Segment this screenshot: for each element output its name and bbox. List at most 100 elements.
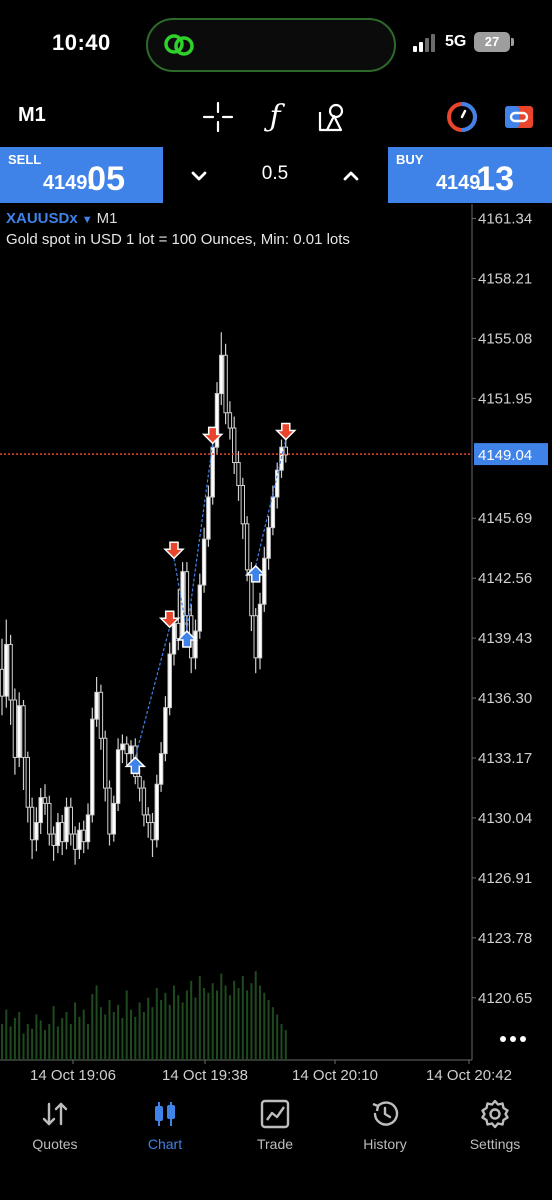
volume-bar — [18, 1012, 21, 1060]
candle-body — [232, 427, 237, 464]
price-tick-label: 4120.65 — [478, 990, 532, 1007]
candle-body — [128, 745, 134, 755]
chart-icon — [155, 1102, 175, 1126]
account-icon[interactable] — [502, 100, 536, 134]
nav-chart[interactable]: Chart — [110, 1098, 220, 1152]
volume-bar — [91, 994, 94, 1060]
candle-body — [236, 462, 241, 487]
candle-body — [111, 802, 116, 835]
candle-body — [163, 707, 168, 755]
volume-bar — [155, 988, 158, 1060]
volume-bar — [216, 990, 218, 1060]
volume-bar — [194, 997, 197, 1060]
nav-history[interactable]: History — [330, 1098, 440, 1152]
symbol-name[interactable]: XAUUSDx — [6, 210, 78, 227]
volume-bar — [284, 1030, 287, 1060]
volume-bar — [160, 1000, 163, 1060]
volume-bar — [250, 983, 253, 1060]
nav-trade[interactable]: Trade — [220, 1098, 330, 1152]
volume-bar — [181, 1002, 184, 1060]
candle-body — [85, 814, 91, 843]
volume-bar — [22, 1033, 25, 1060]
volume-bar — [203, 988, 206, 1060]
crosshair-icon[interactable] — [201, 100, 235, 134]
volume-bar — [44, 1030, 46, 1060]
volume-bar — [125, 990, 128, 1060]
time-tick-label: 14 Oct 20:10 — [292, 1067, 378, 1084]
timeframe-button[interactable]: M1 — [18, 104, 46, 127]
sell-arrow-icon — [163, 541, 185, 560]
candle-body — [270, 496, 276, 529]
profile-icon[interactable] — [445, 100, 479, 134]
chevron-up-icon[interactable] — [336, 161, 366, 191]
price-tick-label: 4130.04 — [478, 810, 532, 827]
candle-body — [38, 797, 43, 824]
chart-canvas[interactable]: 4161.34 4158.21 4155.08 4151.95 4145.69 4142.… — [0, 204, 552, 1090]
candle-body — [124, 743, 129, 755]
candle-body — [51, 833, 56, 847]
volume-bar — [190, 980, 193, 1060]
buy-price-pips: 13 — [476, 160, 514, 198]
status-bar: 10:40 5G 27 — [0, 0, 552, 90]
symbol-header: XAUUSDx ▼ M1 — [6, 210, 117, 227]
nav-quotes[interactable]: Quotes — [0, 1098, 110, 1152]
candle-body — [25, 756, 31, 808]
volume-bar — [13, 1018, 16, 1060]
price-tick-label: 4136.30 — [478, 690, 532, 707]
candle-body — [201, 538, 207, 586]
volume-bar — [99, 1007, 102, 1060]
volume-bar — [185, 990, 188, 1060]
time-tick-label: 14 Oct 19:06 — [30, 1067, 116, 1084]
candle-body — [103, 737, 108, 789]
nav-label-chart: Chart — [147, 1136, 183, 1152]
volume-bar — [259, 985, 261, 1060]
sell-price-main: 4149. — [42, 172, 93, 194]
volume-bar — [228, 995, 231, 1060]
buy-arrow-icon — [124, 756, 147, 775]
volume-bar — [164, 992, 167, 1060]
candle-body — [257, 603, 263, 659]
battery-level: 27 — [484, 34, 500, 49]
time-tick-label: 14 Oct 20:42 — [426, 1067, 512, 1084]
price-tick-label: 4161.34 — [478, 211, 532, 228]
candle-body — [64, 806, 69, 843]
nav-label-history: History — [363, 1136, 407, 1152]
lot-size-value[interactable]: 0.5 — [240, 163, 310, 185]
indicator-icon[interactable]: ƒ — [258, 100, 292, 134]
caret-down-icon[interactable]: ▼ — [82, 214, 93, 226]
nav-settings[interactable]: Settings — [440, 1098, 550, 1152]
more-options-icon[interactable] — [498, 1034, 528, 1044]
candle-body — [107, 787, 112, 835]
volume-bar — [198, 976, 201, 1060]
volume-bar — [65, 1012, 68, 1060]
network-label: 5G — [445, 33, 467, 50]
candle-body — [167, 653, 172, 709]
volume-bar — [26, 1024, 29, 1060]
history-icon — [372, 1101, 399, 1126]
volume-bar — [121, 1018, 124, 1060]
symbol-description: Gold spot in USD 1 lot = 100 Ounces, Min… — [6, 231, 350, 248]
volume-bar — [246, 990, 249, 1060]
price-chart[interactable]: 4161.34 4158.21 4155.08 4151.95 4145.69 4142.… — [0, 204, 552, 1090]
volume-bar — [48, 1024, 51, 1060]
quotes-icon — [42, 1102, 68, 1126]
candle-body — [193, 630, 198, 659]
candle-body — [94, 691, 99, 720]
volume-bar — [87, 1024, 89, 1060]
bottom-navigation: Quotes Chart Trade History Settings — [0, 1090, 552, 1200]
candle-body — [253, 615, 258, 659]
link-icon — [164, 34, 194, 56]
candle-body — [115, 749, 121, 804]
chevron-down-icon[interactable] — [184, 161, 214, 191]
price-tick-label: 4123.78 — [478, 930, 532, 947]
candle-body — [12, 699, 18, 758]
volume-bar — [267, 1000, 270, 1060]
candle-body — [219, 354, 224, 395]
sell-button[interactable]: SELL 4149. 05 — [0, 147, 163, 203]
candle-body — [240, 485, 246, 525]
price-tick-label: 4151.95 — [478, 390, 532, 407]
objects-icon[interactable] — [317, 100, 351, 134]
volume-bar — [52, 1006, 55, 1060]
buy-button[interactable]: BUY 4149. 13 — [388, 147, 552, 203]
candle-body — [176, 622, 181, 640]
